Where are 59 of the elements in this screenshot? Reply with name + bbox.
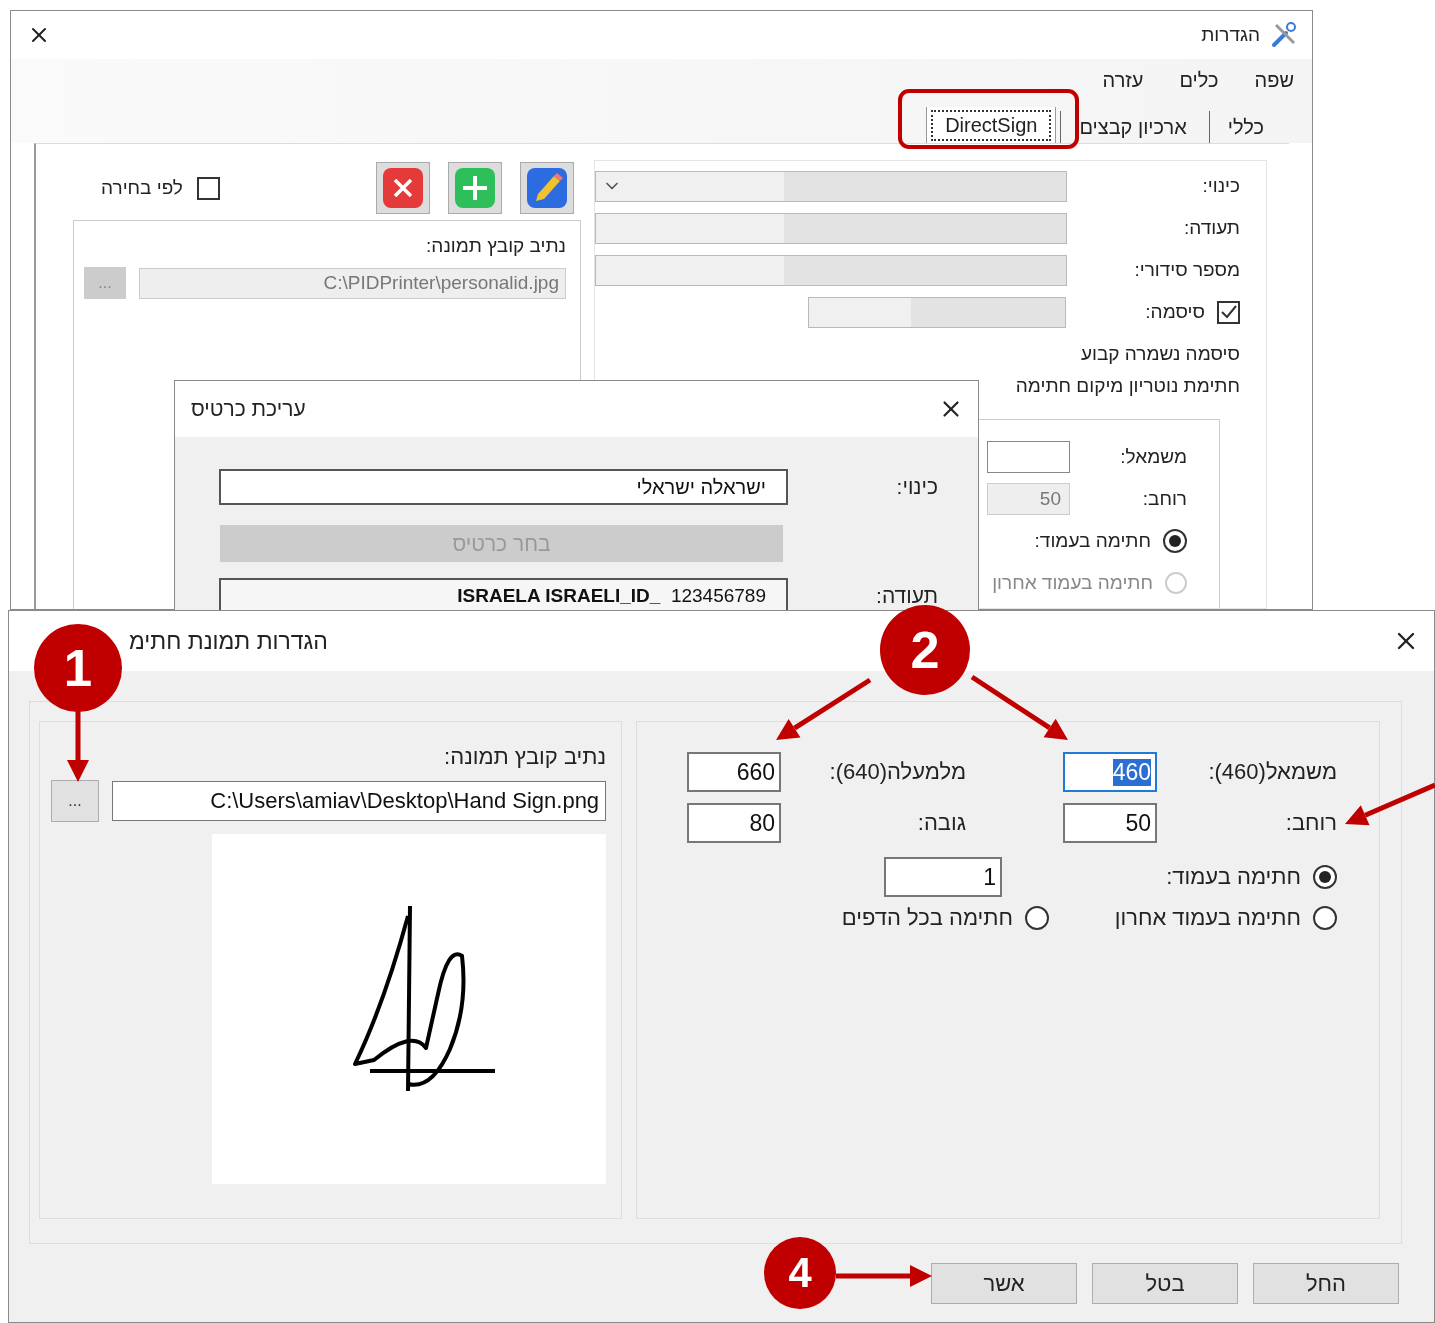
number-field[interactable]: 50 [1063,803,1157,843]
annotation-arrow [67,710,89,782]
menu-item[interactable]: כלים [1179,68,1219,92]
edit-button[interactable] [520,162,574,214]
field-label: מספר סידורי: [1134,259,1240,281]
dialog-button[interactable]: אשר [931,1263,1077,1304]
password-field[interactable] [808,296,1066,328]
number-field[interactable]: 660 [687,752,781,792]
window-title: הגדרות תמונת חתימ [129,627,328,655]
field-label: משמאל(460): [1207,759,1337,785]
path-field[interactable]: C:\Users\amiav\Desktop\Hand Sign.png [112,781,607,821]
number-field[interactable]: 460 [1063,752,1157,792]
menu-item[interactable]: עזרה [1102,68,1144,92]
password-note: סיסמה נשמרה קבוע [1079,343,1240,365]
field-label: כינוי: [895,475,938,499]
close-icon [382,167,424,209]
text-field[interactable] [595,212,1067,244]
radio-button[interactable] [1313,865,1337,889]
dialog-button[interactable]: בטל [1092,1263,1238,1304]
dialog-button[interactable]: החל [1253,1263,1399,1304]
field-label: רוחב: [1141,488,1187,510]
tab[interactable]: DirectSign [926,107,1057,143]
radio-button[interactable] [1163,529,1187,553]
pencil-icon [526,167,568,209]
checkbox[interactable] [1217,300,1240,324]
field-label: כינוי: [1202,175,1240,197]
field-label: גובה: [916,810,967,836]
field-label: תעודה: [875,584,938,608]
menu-item[interactable]: שפה [1254,68,1294,92]
window-title: עריכת כרטיס [191,397,306,421]
radio-label: חתימה בעמוד אחרון [992,572,1153,594]
radio-label: חתימה בעמוד אחרון [1114,905,1301,931]
number-field[interactable]: 1 [884,857,1002,897]
section-heading: חתימת נוטריון מיקום חתימה [1014,375,1240,397]
radio-label: חתימה בכל הדפים [841,905,1013,931]
field-label: נתיב קובץ תמונה: [425,235,566,257]
checkbox[interactable] [196,176,220,200]
text-field[interactable] [595,254,1067,286]
radio-label: חתימה בעמוד: [1166,864,1301,890]
input-field[interactable]: ישראלה ישראלי [219,469,788,505]
window-title: הגדרות [1201,24,1260,46]
input-field[interactable] [987,441,1070,473]
path-field[interactable]: C:\PIDPrinter\personalid.jpg [139,267,566,299]
radio-button[interactable] [1313,906,1337,930]
tools-icon [1270,21,1298,49]
number-field[interactable]: 80 [687,803,781,843]
field-label: נתיב קובץ תמונה: [444,744,607,770]
delete-button[interactable] [376,162,430,214]
browse-button[interactable]: ... [51,780,99,822]
radio-label: חתימה בעמוד: [1034,530,1151,552]
radio-button[interactable] [1025,906,1049,930]
input-field[interactable]: 50 [987,483,1070,515]
plus-icon [454,167,496,209]
field-label: רוחב: [1284,810,1337,836]
field-label: תעודה: [1183,217,1240,239]
checkbox-label: לפי בחירה [101,177,183,199]
field-label: משמאל: [1119,446,1187,468]
field-label: סיסמה: [1145,301,1205,323]
field-label: מלמעלה(640): [828,759,967,785]
